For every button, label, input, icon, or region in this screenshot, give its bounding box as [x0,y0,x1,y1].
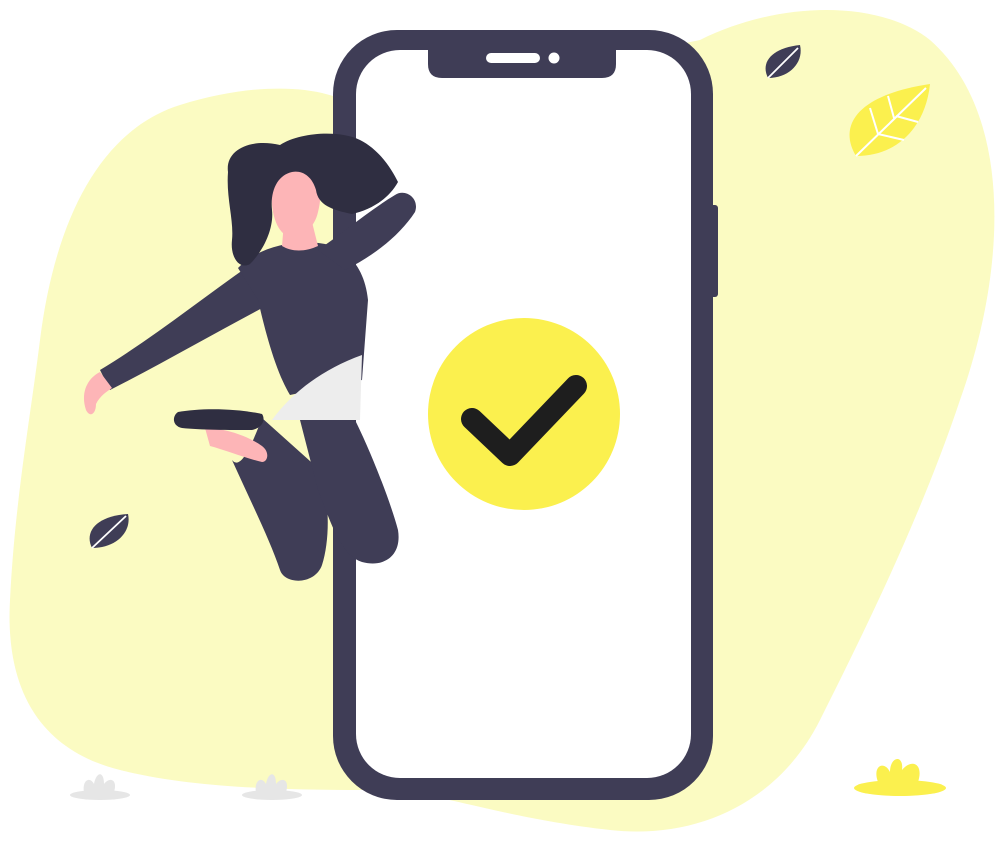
grass-shadow [854,780,946,796]
check-badge-circle [428,318,620,510]
phone-speaker [486,53,540,63]
phone-camera [548,52,560,64]
woman-shoe [173,409,264,430]
grass-blades [876,758,920,782]
grass-blades [83,774,116,792]
grass-tuft-grey [70,774,130,800]
success-illustration [9,10,995,832]
check-circle-icon [428,318,620,510]
grass-tuft-yellow [854,758,946,796]
